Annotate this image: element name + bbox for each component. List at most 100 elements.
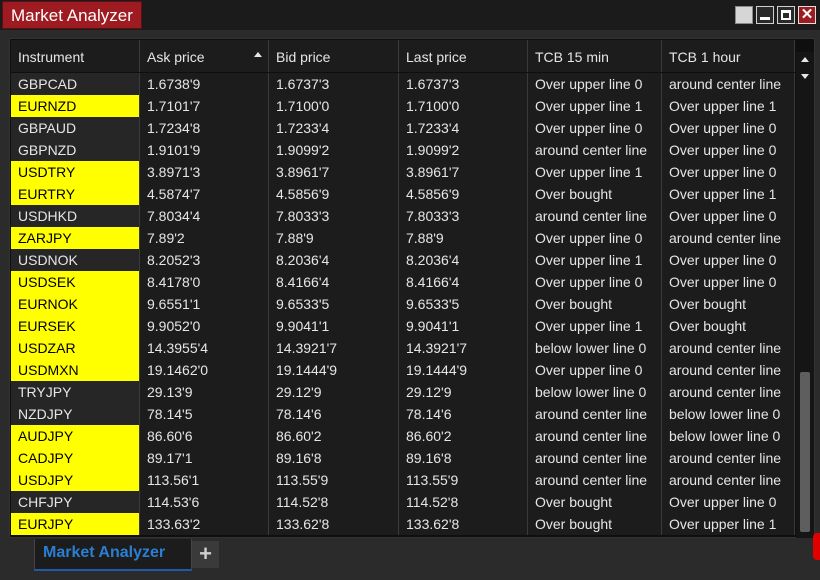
column-header-row: Instrument Ask price Bid price Last pric… [11,40,795,72]
minimize-icon[interactable] [756,6,774,24]
column-header-tcb-1-hour[interactable]: TCB 1 hour [662,40,795,72]
table-row[interactable]: EURSEK 9.9052'0 9.9041'1 9.9041'1 Over upper… [11,315,795,337]
table-row[interactable]: GBPNZD 1.9101'9 1.9099'2 1.9099'2 around cen… [11,139,795,161]
ask-price-cell: 89.17'1 [140,447,269,469]
tcb-1-hour-cell: around center line [662,447,795,469]
table-row[interactable]: EURNOK 9.6551'1 9.6533'5 9.6533'5 Over bough… [11,293,795,315]
table-row[interactable]: USDNOK 8.2052'3 8.2036'4 8.2036'4 Over upper… [11,249,795,271]
add-tab-button[interactable]: + [192,541,219,568]
table-row[interactable]: AUDJPY 86.60'6 86.60'2 86.60'2 around center… [11,425,795,447]
tcb-1-hour-cell: Over upper line 1 [662,95,795,117]
instrument-cell: AUDJPY [11,425,140,447]
scrollbar-thumb[interactable] [800,372,810,532]
column-header-bid-price[interactable]: Bid price [269,40,399,72]
tcb-15-min-cell: Over upper line 0 [528,73,662,95]
instrument-cell: EURTRY [11,183,140,205]
ask-price-cell: 29.13'9 [140,381,269,403]
table-row[interactable]: ZARJPY 7.89'2 7.88'9 7.88'9 Over upper line … [11,227,795,249]
table-row[interactable]: EURJPY 133.63'2 133.62'8 133.62'8 Over bough… [11,513,795,535]
vertical-scrollbar[interactable] [796,52,814,538]
scroll-up-icon[interactable] [801,57,809,62]
title-bar: Market Analyzer ✕ [0,0,820,30]
last-price-cell: 133.62'8 [399,513,528,535]
bid-price-cell: 86.60'2 [269,425,399,447]
tcb-1-hour-cell: Over upper line 0 [662,139,795,161]
instrument-cell: NZDJPY [11,403,140,425]
ask-price-cell: 19.1462'0 [140,359,269,381]
tcb-1-hour-cell: Over upper line 0 [662,271,795,293]
last-price-cell: 7.88'9 [399,227,528,249]
tcb-15-min-cell: Over bought [528,513,662,535]
column-header-tcb-15-min[interactable]: TCB 15 min [528,40,662,72]
table-row[interactable]: CADJPY 89.17'1 89.16'8 89.16'8 around center… [11,447,795,469]
instrument-cell: USDJPY [11,469,140,491]
bid-price-cell: 7.88'9 [269,227,399,249]
maximize-icon[interactable] [777,6,795,24]
table-row[interactable]: USDSEK 8.4178'0 8.4166'4 8.4166'4 Over upper… [11,271,795,293]
last-price-cell: 114.52'8 [399,491,528,513]
last-price-cell: 1.7100'0 [399,95,528,117]
tcb-1-hour-cell: below lower line 0 [662,425,795,447]
scroll-down-icon[interactable] [801,74,809,79]
column-header-instrument[interactable]: Instrument [11,40,140,72]
last-price-cell: 8.4166'4 [399,271,528,293]
table-row[interactable]: USDJPY 113.56'1 113.55'9 113.55'9 around cen… [11,469,795,491]
tcb-1-hour-cell: Over upper line 0 [662,161,795,183]
ask-price-cell: 1.9101'9 [140,139,269,161]
last-price-cell: 9.9041'1 [399,315,528,337]
bid-price-cell: 133.62'8 [269,513,399,535]
last-price-cell: 89.16'8 [399,447,528,469]
ask-price-cell: 9.9052'0 [140,315,269,337]
tab-market-analyzer[interactable]: Market Analyzer [34,539,192,571]
market-analyzer-grid: Instrument Ask price Bid price Last pric… [9,38,815,538]
bid-price-cell: 14.3921'7 [269,337,399,359]
table-row[interactable]: USDHKD 7.8034'4 7.8033'3 7.8033'3 around cen… [11,205,795,227]
last-price-cell: 7.8033'3 [399,205,528,227]
bid-price-cell: 8.2036'4 [269,249,399,271]
tcb-15-min-cell: around center line [528,403,662,425]
blank-icon[interactable] [735,6,753,24]
tcb-15-min-cell: Over upper line 0 [528,227,662,249]
bid-price-cell: 9.6533'5 [269,293,399,315]
last-price-cell: 1.9099'2 [399,139,528,161]
table-row[interactable]: USDZAR 14.3955'4 14.3921'7 14.3921'7 below l… [11,337,795,359]
tcb-15-min-cell: below lower line 0 [528,337,662,359]
tcb-1-hour-cell: Over bought [662,315,795,337]
table-row[interactable]: USDMXN 19.1462'0 19.1444'9 19.1444'9 Over up… [11,359,795,381]
table-row[interactable]: CHFJPY 114.53'6 114.52'8 114.52'8 Over bough… [11,491,795,513]
bid-price-cell: 4.5856'9 [269,183,399,205]
edge-indicator [813,533,820,560]
instrument-cell: EURJPY [11,513,140,535]
table-row[interactable]: NZDJPY 78.14'5 78.14'6 78.14'6 around center… [11,403,795,425]
table-row[interactable]: GBPAUD 1.7234'8 1.7233'4 1.7233'4 Over upper… [11,117,795,139]
close-icon[interactable]: ✕ [798,6,816,24]
ask-price-cell: 114.53'6 [140,491,269,513]
tcb-1-hour-cell: Over upper line 0 [662,117,795,139]
column-header-ask-price[interactable]: Ask price [140,40,269,72]
table-row[interactable]: EURTRY 4.5874'7 4.5856'9 4.5856'9 Over bough… [11,183,795,205]
last-price-cell: 8.2036'4 [399,249,528,271]
table-row[interactable]: TRYJPY 29.13'9 29.12'9 29.12'9 below lower l… [11,381,795,403]
sort-ascending-icon [254,52,262,57]
last-price-cell: 78.14'6 [399,403,528,425]
table-row[interactable]: USDTRY 3.8971'3 3.8961'7 3.8961'7 Over upper… [11,161,795,183]
instrument-cell: EURNZD [11,95,140,117]
table-row[interactable]: EURNZD 1.7101'7 1.7100'0 1.7100'0 Over upper… [11,95,795,117]
tcb-15-min-cell: Over upper line 1 [528,315,662,337]
tcb-15-min-cell: around center line [528,139,662,161]
ask-price-cell: 7.89'2 [140,227,269,249]
tcb-15-min-cell: Over bought [528,491,662,513]
tcb-1-hour-cell: Over upper line 0 [662,205,795,227]
ask-price-cell: 78.14'5 [140,403,269,425]
instrument-cell: EURNOK [11,293,140,315]
table-row[interactable]: GBPCAD 1.6738'9 1.6737'3 1.6737'3 Over upper… [11,73,795,95]
bid-price-cell: 78.14'6 [269,403,399,425]
ask-price-cell: 113.56'1 [140,469,269,491]
ask-price-cell: 8.2052'3 [140,249,269,271]
tcb-15-min-cell: around center line [528,469,662,491]
column-header-label: Ask price [147,49,205,65]
instrument-cell: USDNOK [11,249,140,271]
tcb-15-min-cell: Over upper line 0 [528,359,662,381]
column-header-last-price[interactable]: Last price [399,40,528,72]
last-price-cell: 86.60'2 [399,425,528,447]
